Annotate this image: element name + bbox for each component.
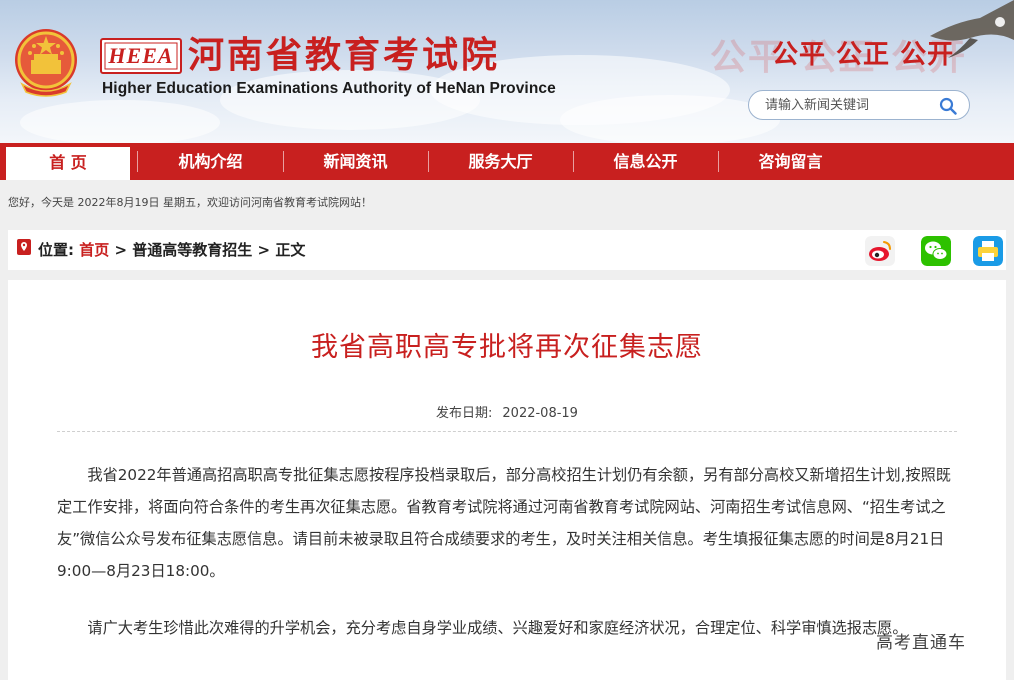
breadcrumb-separator: > — [257, 241, 271, 259]
date-value: 2022-08-19 — [502, 406, 578, 421]
title-divider — [57, 431, 957, 432]
nav-consult[interactable]: 咨询留言 — [718, 143, 863, 180]
eagle-image-icon — [930, 0, 1014, 58]
nav-info-disclosure[interactable]: 信息公开 — [573, 143, 718, 180]
print-icon[interactable] — [973, 236, 1003, 266]
nav-home[interactable]: 首 页 — [6, 147, 130, 180]
site-header: HEEA 河南省教育考试院 Higher Education Examinati… — [0, 0, 1014, 143]
breadcrumb-current: 正文 — [275, 241, 306, 259]
breadcrumb-section-link[interactable]: 普通高等教育招生 — [132, 241, 252, 259]
breadcrumb-separator: > — [114, 241, 128, 259]
search-icon[interactable] — [939, 97, 957, 115]
article-title: 我省高职高专批将再次征集志愿 — [311, 332, 703, 363]
location-pin-icon — [17, 239, 31, 255]
search-box — [748, 90, 970, 120]
breadcrumb-home-link[interactable]: 首页 — [79, 241, 109, 259]
search-input[interactable] — [765, 95, 935, 115]
article-paragraph-1: 我省2022年普通高招高职高专批征集志愿按程序投档录取后，部分高校招生计划仍有余… — [57, 466, 951, 580]
site-name-cn: 河南省教育考试院 — [188, 35, 501, 76]
weibo-icon[interactable] — [865, 236, 895, 266]
site-name-en: Higher Education Examinations Authority … — [102, 80, 556, 97]
main-nav: 首 页 机构介绍 新闻资讯 服务大厅 信息公开 咨询留言 — [0, 143, 1014, 180]
national-emblem-icon — [15, 29, 77, 97]
article-date: 发布日期: 2022-08-19 — [0, 402, 1014, 421]
date-label: 发布日期: — [436, 406, 493, 421]
breadcrumb: 位置: 首页 > 普通高等教育招生 > 正文 — [38, 239, 305, 260]
nav-services[interactable]: 服务大厅 — [428, 143, 573, 180]
wechat-icon[interactable] — [921, 236, 951, 266]
welcome-text: 您好，今天是 2022年8月19日 星期五，欢迎访问河南省教育考试院网站！ — [8, 196, 372, 209]
article-paragraph-2: 请广大考生珍惜此次难得的升学机会，充分考虑自身学业成绩、兴趣爱好和家庭经济状况，… — [87, 619, 908, 637]
nav-about[interactable]: 机构介绍 — [138, 143, 283, 180]
watermark-text: 高考直通车 — [876, 633, 966, 653]
section-gap — [8, 270, 1006, 280]
nav-news[interactable]: 新闻资讯 — [283, 143, 428, 180]
breadcrumb-label: 位置: — [38, 241, 74, 259]
heea-logo-text: HEEA — [108, 43, 174, 68]
